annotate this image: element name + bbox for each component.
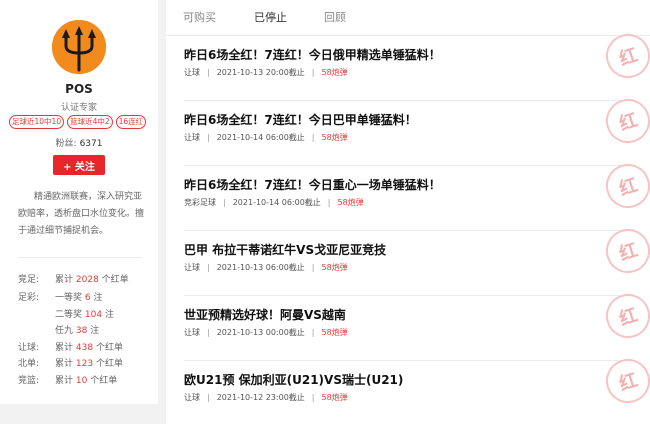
red-win-stamp-icon: 红	[600, 223, 650, 279]
stat-number: 123	[75, 359, 94, 369]
item-deadline: 2021-10-13 00:00截止	[216, 328, 305, 337]
tag-streak: 16连红	[115, 115, 147, 129]
item-price: 58炮弹	[321, 68, 348, 77]
stat-value: 一等奖 6 注	[55, 290, 103, 303]
list-item[interactable]: 欧U21预 保加利亚(U21)VS瑞士(U21) 让球 | 2021-10-12 2…	[184, 353, 650, 424]
list-item[interactable]: 昨日6场全红！7连红！今日巴甲单锤猛料！ 让球 | 2021-10-14 06:00…	[184, 93, 650, 166]
stat-value: 累计 2028 个红单	[55, 272, 129, 285]
item-type: 让球	[184, 393, 200, 402]
stat-value: 任九 38 注	[55, 323, 99, 336]
tab-bar: 可购买 已停止 回顾	[166, 0, 650, 36]
stat-number: 438	[75, 343, 94, 353]
item-deadline: 2021-10-13 06:00截止	[216, 263, 305, 272]
stat-number: 10	[75, 376, 88, 386]
list-item[interactable]: 昨日6场全红！7连红！今日俄甲精选单锤猛料！ 让球 | 2021-10-13 20:…	[184, 28, 650, 101]
item-deadline: 2021-10-14 06:00截止	[216, 133, 305, 142]
stat-prefix: 一等奖	[55, 293, 83, 303]
list-item[interactable]: 世亚预精选好球！阿曼VS越南 让球 | 2021-10-13 00:00截止 | 58炮…	[184, 288, 650, 361]
tab-review[interactable]: 回顾	[324, 9, 346, 25]
stat-label: 竞足:	[18, 275, 40, 285]
list-item[interactable]: 昨日6场全红！7连红！今日重心一场单锤猛料！ 竞彩足球 | 2021-10-14 0…	[184, 158, 650, 231]
stat-prefix: 任九	[55, 326, 74, 336]
item-deadline: 2021-10-12 23:00截止	[216, 393, 305, 402]
item-meta: 让球 | 2021-10-13 06:00截止 | 58炮弹	[184, 263, 348, 272]
stat-unit: 个红单	[95, 359, 123, 369]
stat-unit: 个红单	[101, 275, 129, 285]
item-meta: 让球 | 2021-10-13 20:00截止 | 58炮弹	[184, 68, 348, 77]
red-win-stamp-icon: 红	[600, 353, 650, 409]
stat-number: 104	[84, 310, 103, 320]
plan-list-panel: 可购买 已停止 回顾 昨日6场全红！7连红！今日俄甲精选单锤猛料！ 让球 | 202…	[166, 0, 650, 424]
stat-value: 累计 10 个红单	[55, 373, 117, 386]
stat-number: 6	[84, 293, 91, 303]
profile-name: POS	[65, 82, 93, 96]
list-item[interactable]: 巴甲 布拉干蒂诺红牛VS戈亚尼亚竞技 让球 | 2021-10-13 06:00截止…	[184, 223, 650, 296]
follow-button[interactable]: + 关注	[53, 155, 105, 175]
stat-value: 累计 123 个红单	[55, 356, 123, 369]
item-title[interactable]: 昨日6场全红！7连红！今日巴甲单锤猛料！	[184, 111, 417, 128]
item-type: 让球	[184, 328, 200, 337]
stat-prefix: 累计	[55, 275, 74, 285]
tab-stopped[interactable]: 已停止	[254, 9, 287, 25]
item-type: 让球	[184, 133, 200, 142]
item-type: 竞彩足球	[184, 198, 216, 207]
stat-label: 竞篮:	[18, 376, 40, 386]
item-meta: 让球 | 2021-10-14 06:00截止 | 58炮弹	[184, 133, 348, 142]
profile-role: 认证专家	[60, 103, 97, 113]
stat-prefix: 二等奖	[55, 310, 83, 320]
item-price: 58炮弹	[321, 263, 348, 272]
stat-value: 二等奖 104 注	[55, 307, 114, 320]
stat-unit: 个红单	[90, 376, 118, 386]
item-title[interactable]: 巴甲 布拉干蒂诺红牛VS戈亚尼亚竞技	[184, 241, 386, 258]
item-deadline: 2021-10-13 20:00截止	[216, 68, 305, 77]
item-title[interactable]: 欧U21预 保加利亚(U21)VS瑞士(U21)	[184, 371, 403, 388]
stat-unit: 个红单	[95, 343, 123, 353]
tag-basketball-record: 篮球近4中2	[67, 115, 113, 129]
item-price: 58炮弹	[321, 133, 348, 142]
profile-intro: 精通欧洲联赛，深入研究亚欧赔率，透析盘口水位变化。擅于通过细节捕捉机会。	[18, 192, 145, 236]
divider	[18, 257, 142, 258]
stat-number: 38	[75, 326, 88, 336]
item-price: 58炮弹	[321, 393, 348, 402]
item-meta: 让球 | 2021-10-13 00:00截止 | 58炮弹	[184, 328, 348, 337]
fans-number: 6371	[79, 139, 103, 149]
item-title[interactable]: 昨日6场全红！7连红！今日重心一场单锤猛料！	[184, 176, 441, 193]
red-win-stamp-icon: 红	[600, 288, 650, 344]
item-title[interactable]: 昨日6场全红！7连红！今日俄甲精选单锤猛料！	[184, 46, 441, 63]
stat-prefix: 累计	[55, 376, 74, 386]
stat-label: 足彩:	[18, 293, 40, 303]
stat-prefix: 累计	[55, 343, 74, 353]
stat-unit: 注	[90, 326, 100, 336]
stat-number: 2028	[75, 275, 99, 285]
item-type: 让球	[184, 263, 200, 272]
item-deadline: 2021-10-14 06:00截止	[232, 198, 321, 207]
stat-unit: 注	[93, 293, 103, 303]
fans-label: 粉丝:	[55, 139, 77, 149]
item-type: 让球	[184, 68, 200, 77]
item-title[interactable]: 世亚预精选好球！阿曼VS越南	[184, 306, 346, 323]
item-price: 58炮弹	[337, 198, 364, 207]
stat-unit: 注	[104, 310, 114, 320]
stat-label: 北单:	[18, 359, 40, 369]
item-meta: 让球 | 2021-10-12 23:00截止 | 58炮弹	[184, 393, 348, 402]
avatar[interactable]	[52, 20, 106, 74]
stat-prefix: 累计	[55, 359, 74, 369]
item-meta: 竞彩足球 | 2021-10-14 06:00截止 | 58炮弹	[184, 198, 364, 207]
red-win-stamp-icon: 红	[600, 93, 650, 149]
red-win-stamp-icon: 红	[600, 158, 650, 214]
fans-count: 粉丝: 6371	[0, 136, 158, 149]
red-win-stamp-icon: 红	[600, 28, 650, 84]
item-price: 58炮弹	[321, 328, 348, 337]
tag-football-record: 足球近10中10	[9, 115, 65, 129]
trident-icon	[52, 20, 106, 74]
stat-value: 累计 438 个红单	[55, 340, 123, 353]
profile-tags: 足球近10中10 篮球近4中2 16连红	[9, 115, 151, 129]
tab-available[interactable]: 可购买	[183, 9, 216, 25]
stat-label: 让球:	[18, 343, 40, 353]
profile-card: POS 认证专家 足球近10中10 篮球近4中2 16连红 粉丝: 6371 + …	[0, 0, 158, 404]
